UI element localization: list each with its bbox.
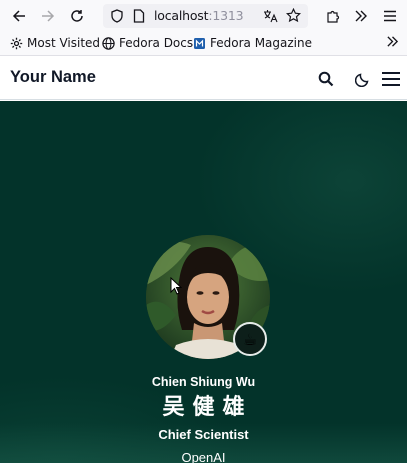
chevrons-right-icon bbox=[387, 36, 399, 47]
organization: OpenAI bbox=[181, 450, 226, 463]
arrow-left-icon bbox=[12, 10, 25, 22]
search-icon bbox=[318, 71, 334, 87]
reload-button[interactable] bbox=[66, 5, 88, 27]
url-host: localhost bbox=[154, 8, 209, 23]
chevrons-right-icon bbox=[355, 10, 367, 22]
site-menu-button[interactable] bbox=[379, 68, 403, 90]
search-button[interactable] bbox=[315, 68, 337, 90]
url-bar[interactable]: localhost:1313 bbox=[103, 4, 308, 28]
bookmark-fedora-magazine[interactable]: Fedora Magazine bbox=[192, 36, 312, 50]
reload-icon bbox=[71, 10, 83, 22]
job-title: Chief Scientist bbox=[158, 427, 249, 442]
hamburger-icon bbox=[382, 72, 400, 86]
theme-toggle-button[interactable] bbox=[351, 68, 373, 90]
mouse-cursor bbox=[170, 276, 183, 299]
forward-button[interactable] bbox=[37, 5, 59, 27]
extensions-button[interactable] bbox=[322, 5, 344, 27]
coffee-badge: ☕ bbox=[233, 322, 267, 356]
browser-toolbar: localhost:1313 bbox=[0, 0, 407, 32]
app-menu-button[interactable] bbox=[379, 5, 401, 27]
site-header: Your Name bbox=[0, 57, 407, 100]
gear-icon bbox=[9, 36, 23, 50]
bookmark-label: Fedora Docs bbox=[119, 36, 194, 50]
site-title[interactable]: Your Name bbox=[10, 68, 96, 87]
bookmark-fedora-docs[interactable]: Fedora Docs bbox=[101, 36, 193, 50]
back-button[interactable] bbox=[8, 5, 30, 27]
coffee-icon: ☕ bbox=[242, 329, 258, 349]
bookmark-most-visited[interactable]: Most Visited bbox=[9, 36, 100, 50]
star-icon[interactable] bbox=[286, 8, 301, 23]
bookmark-label: Most Visited bbox=[27, 36, 101, 50]
globe-icon bbox=[101, 36, 115, 50]
moon-icon bbox=[354, 73, 368, 87]
name-chinese: 吴健雄 bbox=[162, 395, 253, 420]
page-icon[interactable] bbox=[133, 9, 145, 23]
magazine-icon bbox=[192, 36, 206, 50]
url-text[interactable]: localhost:1313 bbox=[154, 8, 244, 23]
puzzle-icon bbox=[326, 10, 339, 23]
name-english: Chien Shiung Wu bbox=[151, 375, 256, 389]
hamburger-icon bbox=[384, 10, 396, 22]
overflow-button[interactable] bbox=[350, 5, 372, 27]
bookmarks-overflow-button[interactable] bbox=[386, 35, 399, 48]
bookmarks-bar: Most Visited Fedora Docs Fedora Magazine bbox=[0, 32, 407, 56]
arrow-right-icon bbox=[42, 10, 55, 22]
bookmark-label: Fedora Magazine bbox=[210, 36, 312, 50]
translate-icon[interactable] bbox=[263, 9, 278, 23]
shield-icon[interactable] bbox=[110, 9, 124, 23]
url-port: :1313 bbox=[208, 8, 244, 23]
